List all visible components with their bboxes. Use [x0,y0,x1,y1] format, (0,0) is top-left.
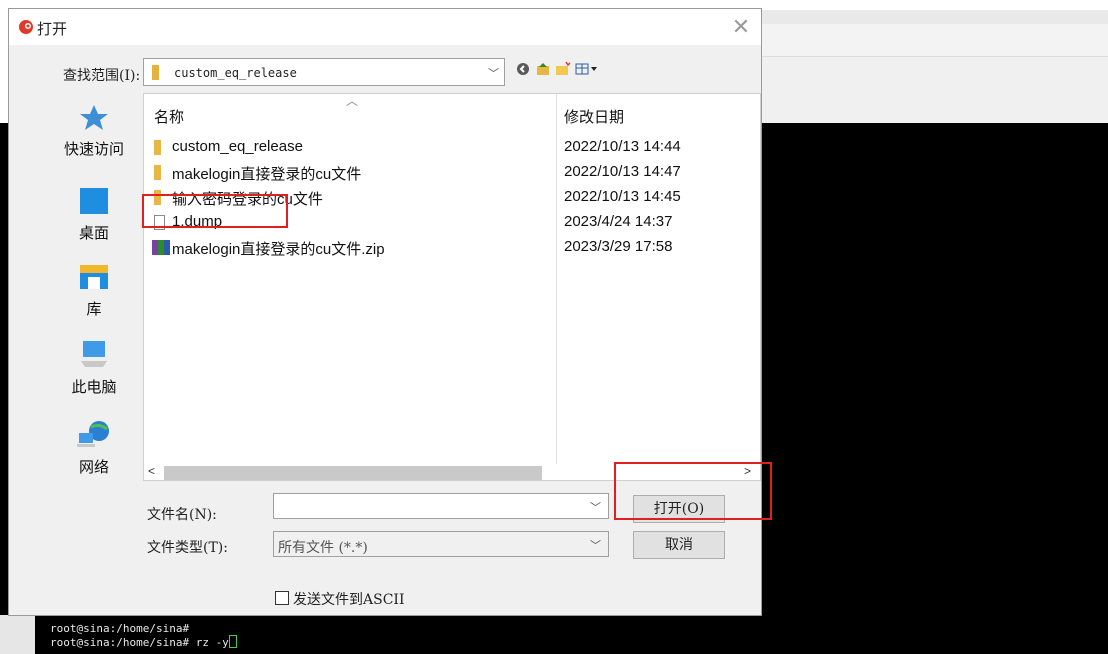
back-icon[interactable] [515,61,531,77]
chevron-down-icon[interactable]: ﹀ [590,499,601,515]
library-icon [80,265,108,289]
dialog-title: 打开 [37,21,68,38]
up-folder-icon[interactable] [535,61,551,77]
file-date: 2023/3/29 17:58 [564,238,673,255]
folder-icon [152,65,159,80]
file-name: makelogin直接登录的cu文件 [172,166,362,183]
computer-icon [81,341,107,367]
scrollbar-thumb[interactable] [164,466,542,480]
terminal-text: root@sina:/home/sina# root@sina:/home/si… [50,622,237,649]
file-date: 2022/10/13 14:45 [564,188,681,205]
place-label: 库 [86,301,102,318]
file-date: 2022/10/13 14:47 [564,163,681,180]
dialog-toolbar [515,60,611,78]
highlight-box-file [142,194,288,228]
open-file-dialog: 打开 ✕ 查找范围(I): custom_eq_release ﹀ 快速访问 桌… [8,8,762,616]
star-icon [80,105,108,130]
terminal-line-1: root@sina:/home/sina# [50,622,190,635]
file-list[interactable]: ︿ 名称 修改日期 custom_eq_release 2022/10/13 1… [143,93,761,481]
place-library[interactable]: 库 [47,263,141,319]
send-ascii-label: 发送文件到ASCII [293,592,405,608]
dialog-titlebar: 打开 ✕ [9,9,761,45]
network-icon [77,421,109,447]
filetype-label: 文件类型(T): [147,540,228,556]
place-this-pc[interactable]: 此电脑 [47,339,141,397]
place-network[interactable]: 网络 [47,419,141,477]
desktop-icon [80,188,108,214]
scroll-left-icon[interactable]: < [148,464,155,478]
filetype-value: 所有文件 (*.*) [278,540,368,556]
terminal-gutter [0,615,35,654]
app-logo-icon [19,20,33,34]
file-row[interactable]: custom_eq_release 2022/10/13 14:44 [144,135,754,160]
chevron-down-icon: ﹀ [488,68,499,80]
look-in-value: custom_eq_release [174,66,297,80]
place-label: 快速访问 [63,141,124,158]
look-in-label: 查找范围(I): [63,68,141,84]
bg-toolbar [762,57,1108,123]
filename-label: 文件名(N): [147,507,217,523]
filetype-select[interactable]: 所有文件 (*.*) ﹀ [273,531,609,557]
cancel-button[interactable]: 取消 [633,531,725,559]
filename-input[interactable]: ﹀ [273,493,609,519]
chevron-down-icon: ﹀ [590,540,601,552]
place-label: 此电脑 [71,379,117,396]
file-name: makelogin直接登录的cu文件.zip [172,241,385,258]
place-label: 网络 [78,459,109,476]
terminal-cursor [228,635,237,648]
highlight-box-open [614,462,772,520]
new-folder-icon[interactable] [555,61,571,77]
column-header-date[interactable]: 修改日期 [564,106,624,127]
places-bar: 快速访问 桌面 库 此电脑 网络 [47,97,141,497]
sort-ascending-icon: ︿ [346,94,359,108]
view-menu-icon[interactable] [575,61,599,77]
bg-menubar [762,24,1108,57]
zip-icon [152,240,170,255]
place-quick-access[interactable]: 快速访问 [47,103,141,159]
file-date: 2023/4/24 14:37 [564,213,673,230]
send-ascii-checkbox[interactable] [275,591,289,605]
file-name: custom_eq_release [172,138,303,155]
terminal-line-2: root@sina:/home/sina# rz -y [50,636,229,649]
place-label: 桌面 [78,225,109,242]
close-button[interactable]: ✕ [729,15,753,39]
file-row[interactable]: makelogin直接登录的cu文件 2022/10/13 14:47 [144,160,754,185]
folder-icon [154,165,161,180]
file-row[interactable]: makelogin直接登录的cu文件.zip 2023/3/29 17:58 [144,235,754,260]
file-date: 2022/10/13 14:44 [564,138,681,155]
column-header-name[interactable]: 名称 [154,106,184,127]
folder-icon [154,140,161,155]
place-desktop[interactable]: 桌面 [47,187,141,243]
look-in-select[interactable]: custom_eq_release ﹀ [143,58,505,86]
bg-titlebar [762,10,1108,24]
